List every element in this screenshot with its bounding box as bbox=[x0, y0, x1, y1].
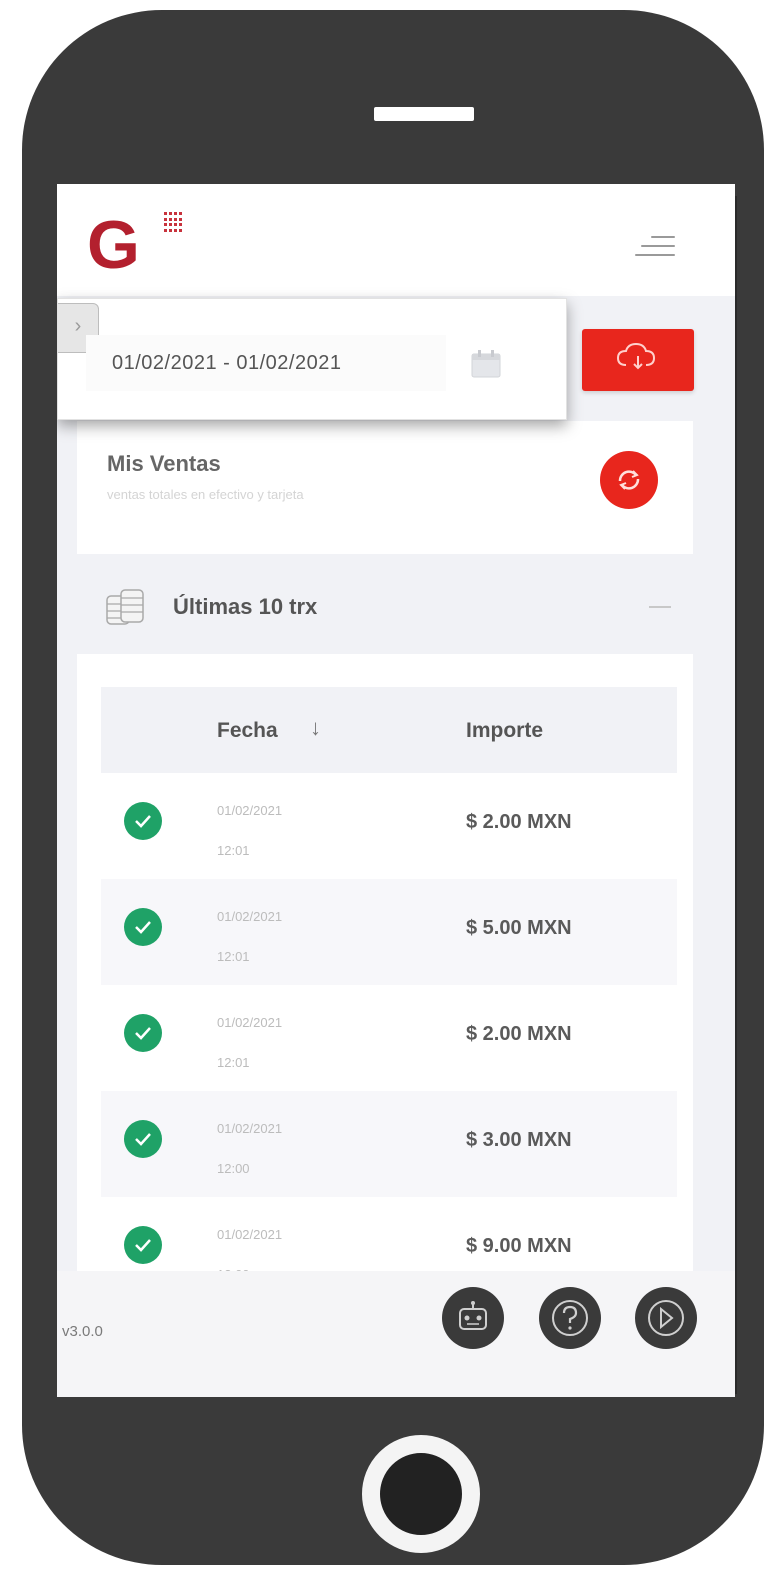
row-amount: $ 2.00 MXN bbox=[466, 811, 572, 833]
app-header: G bbox=[57, 184, 735, 296]
refresh-button[interactable] bbox=[600, 451, 658, 509]
card-subtitle: ventas totales en efectivo y tarjeta bbox=[107, 487, 304, 502]
date-filter-panel: › bbox=[57, 298, 567, 420]
date-range-input[interactable] bbox=[86, 335, 446, 391]
coins-stack-icon bbox=[106, 589, 144, 625]
phone-home-button[interactable] bbox=[362, 1435, 480, 1553]
table-row[interactable]: 01/02/2021 12:00 $ 3.00 MXN bbox=[101, 1091, 677, 1197]
check-circle-icon bbox=[124, 1226, 162, 1264]
logo-dots bbox=[164, 212, 184, 232]
row-date: 01/02/2021 bbox=[217, 1227, 283, 1242]
check-circle-icon bbox=[124, 908, 162, 946]
row-date: 01/02/2021 bbox=[217, 1015, 283, 1030]
row-datetime: 01/02/2021 12:01 bbox=[217, 897, 367, 977]
card-title: Mis Ventas bbox=[107, 451, 221, 476]
section-title: Últimas 10 trx bbox=[173, 594, 318, 619]
row-amount: $ 5.00 MXN bbox=[466, 917, 572, 939]
table-row[interactable]: 01/02/2021 12:01 $ 2.00 MXN bbox=[101, 773, 677, 879]
sales-card: Mis Ventas ventas totales en efectivo y … bbox=[77, 421, 693, 1329]
calendar-icon[interactable] bbox=[470, 349, 502, 379]
download-button[interactable] bbox=[582, 329, 694, 391]
row-time: 12:01 bbox=[217, 949, 250, 964]
column-header-fecha[interactable]: Fecha bbox=[217, 719, 278, 743]
version-label: v3.0.0 bbox=[62, 1323, 103, 1340]
section-header[interactable]: Últimas 10 trx bbox=[77, 554, 693, 654]
row-datetime: 01/02/2021 12:01 bbox=[217, 1003, 367, 1083]
row-time: 12:01 bbox=[217, 1055, 250, 1070]
app-screen: G › 01/02/2021 - 01/02/2021 Mis Ventas v… bbox=[57, 184, 735, 1397]
play-button[interactable] bbox=[635, 1287, 697, 1349]
minus-icon[interactable] bbox=[649, 606, 671, 608]
robot-icon bbox=[459, 1301, 487, 1330]
row-amount: $ 9.00 MXN bbox=[466, 1235, 572, 1257]
sort-down-icon[interactable]: ↓ bbox=[310, 715, 321, 741]
help-button[interactable] bbox=[539, 1287, 601, 1349]
row-time: 12:01 bbox=[217, 843, 250, 858]
table-row[interactable]: 01/02/2021 12:01 $ 2.00 MXN bbox=[101, 985, 677, 1091]
hamburger-menu-icon[interactable] bbox=[635, 228, 679, 262]
row-amount: $ 3.00 MXN bbox=[466, 1129, 572, 1151]
check-circle-icon bbox=[124, 802, 162, 840]
row-date: 01/02/2021 bbox=[217, 1121, 283, 1136]
robot-button[interactable] bbox=[442, 1287, 504, 1349]
row-date: 01/02/2021 bbox=[217, 909, 283, 924]
phone-speaker bbox=[374, 107, 474, 121]
row-date: 01/02/2021 bbox=[217, 803, 283, 818]
row-amount: $ 2.00 MXN bbox=[466, 1023, 572, 1045]
cloud-download-icon bbox=[616, 342, 656, 370]
main-content: › Mis Ventas ventas totales en efectivo … bbox=[57, 296, 735, 1329]
row-datetime: 01/02/2021 12:00 bbox=[217, 1109, 367, 1189]
brand-logo: G bbox=[87, 207, 140, 283]
row-datetime: 01/02/2021 12:01 bbox=[217, 791, 367, 871]
app-footer: v3.0.0 bbox=[57, 1271, 735, 1397]
table-header: Fecha ↓ Importe bbox=[101, 687, 677, 773]
play-icon bbox=[648, 1300, 684, 1336]
check-circle-icon bbox=[124, 1014, 162, 1052]
help-icon bbox=[552, 1300, 588, 1336]
row-time: 12:00 bbox=[217, 1161, 250, 1176]
refresh-icon bbox=[618, 470, 640, 490]
column-header-importe[interactable]: Importe bbox=[466, 719, 543, 743]
check-circle-icon bbox=[124, 1120, 162, 1158]
table-row[interactable]: 01/02/2021 12:01 $ 5.00 MXN bbox=[101, 879, 677, 985]
